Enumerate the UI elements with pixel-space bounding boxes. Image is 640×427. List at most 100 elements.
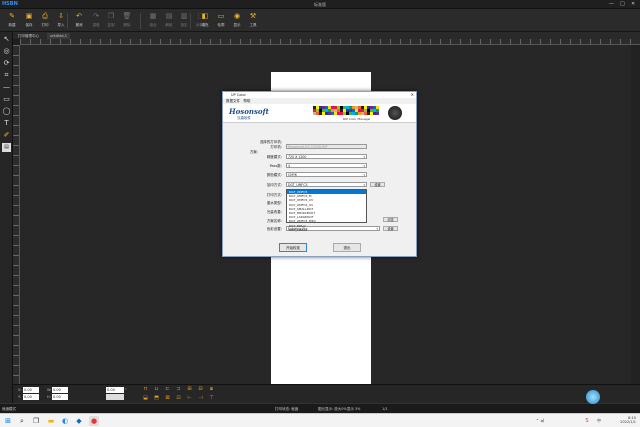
start-calibration-button[interactable]: 开始校准 <box>279 243 307 252</box>
align-icon[interactable]: ⊓ <box>142 386 149 393</box>
width-input[interactable]: 0.00 <box>52 387 68 393</box>
vertical-scrollbar[interactable] <box>631 45 640 400</box>
color-swatch <box>319 112 322 115</box>
rotate-icon[interactable]: ⟳ <box>2 59 11 68</box>
color-swatch <box>325 106 328 109</box>
color-swatch <box>316 106 319 109</box>
color-swatch <box>349 112 352 115</box>
dialog-close-icon[interactable]: ✕ <box>411 92 414 98</box>
browse-button[interactable]: 浏览 <box>383 217 398 222</box>
align-icon[interactable]: ⊡ <box>175 395 182 402</box>
color-swatch <box>361 112 364 115</box>
toolbar-undo-button[interactable]: ↶ 撤消 <box>70 11 88 31</box>
pass-select[interactable]: 4 ▾ <box>286 163 367 168</box>
print-mode-dropdown-list[interactable]: DGT_UMFC5 DGT_UMFC5_M DGT_UMFC5_UV DGT_UMFC… <box>286 189 367 232</box>
pointer-icon[interactable]: ↖ <box>2 35 11 44</box>
y-label: Y: <box>18 395 21 399</box>
align-icon[interactable]: ⊏ <box>164 386 171 393</box>
toolbar-tools-button[interactable]: ⚒ 工具 <box>244 11 262 31</box>
align-icon[interactable]: ⊣ <box>197 395 204 402</box>
align-icon[interactable]: ⬒ <box>153 395 160 402</box>
color-swatch <box>328 106 331 109</box>
view-icon: ◉ <box>233 12 241 20</box>
dialog-banner: Hosonsoft 汉森软件 RIP Color Manager <box>223 104 416 123</box>
maximize-button[interactable]: □ <box>620 1 625 7</box>
menu-help[interactable]: 帮助 <box>243 99 250 103</box>
taskbar: ⊞ ⌕ ❐ ▬ ◐ ◆ ● ⌃ ◂) S 中 8:15 2022/1/1 <box>0 413 640 427</box>
color-mode-select[interactable]: CMYK ▾ <box>286 172 367 177</box>
color-swatch <box>319 106 322 109</box>
color-swatch <box>355 109 358 112</box>
align-icon[interactable]: ⬓ <box>142 395 149 402</box>
resolution-select[interactable]: 720 X 1200 ▾ <box>286 154 367 159</box>
color-swatch <box>373 109 376 112</box>
status-mode: 就绪模式 <box>2 407 16 411</box>
align-icon[interactable]: ⊢ <box>186 395 193 402</box>
tray-icons[interactable]: ⌃ ◂) <box>535 416 545 426</box>
ime-icon[interactable]: S <box>582 416 592 426</box>
app-icon-1[interactable]: ◆ <box>74 416 84 426</box>
color-swatch <box>322 109 325 112</box>
minimize-button[interactable]: — <box>609 1 614 7</box>
printer-field: Hosonsoft-HS-7200H-RIP <box>286 144 367 149</box>
crop-icon[interactable]: ⌗ <box>2 71 11 80</box>
align-icon[interactable]: ⊐ <box>175 386 182 393</box>
floating-assistant-icon[interactable] <box>586 390 600 404</box>
barcode-icon[interactable]: ▤ <box>2 143 11 152</box>
label-icc: 方案名称: <box>266 219 282 223</box>
align-icon[interactable]: ⊟ <box>197 386 204 393</box>
node-icon[interactable]: ◎ <box>2 47 11 56</box>
file-explorer-icon[interactable]: ▬ <box>46 416 56 426</box>
set-button[interactable]: 设置 <box>370 182 385 187</box>
align-icon[interactable]: ⊔ <box>153 386 160 393</box>
color-swatch <box>349 106 352 109</box>
color-swatch <box>340 112 343 115</box>
color-swatch <box>364 112 367 115</box>
group-icon: ▦ <box>149 12 157 20</box>
brand-logo: Hosonsoft <box>229 107 269 116</box>
edge-icon[interactable]: ◐ <box>60 416 70 426</box>
print-mode-select[interactable]: DGT_UMFC5 ▾ <box>286 182 367 187</box>
align-icon[interactable]: ⊤ <box>208 395 215 402</box>
exit-button[interactable]: 退出 <box>333 243 361 252</box>
toolbar-delete-button[interactable]: 🗑 删除 <box>118 11 136 31</box>
search-icon[interactable]: ⌕ <box>17 416 27 426</box>
lang-indicator[interactable]: 中 <box>594 416 604 426</box>
dropdown-option[interactable]: DGT_LSMA2 <box>287 228 366 232</box>
degree-label: ° <box>125 388 127 392</box>
toolbar-label: 新建 <box>8 23 16 27</box>
height-input[interactable]: 0.00 <box>52 394 68 400</box>
text-icon[interactable]: T <box>2 119 11 128</box>
task-view-icon[interactable]: ❐ <box>31 416 41 426</box>
pen-icon[interactable]: ✐ <box>2 131 11 140</box>
toolbar-separator <box>140 13 141 29</box>
toolbar-new-button[interactable]: ✎ 新建 <box>3 11 21 31</box>
color-swatch <box>328 109 331 112</box>
align-icon[interactable]: ⊞ <box>186 386 193 393</box>
y-input[interactable]: 0.00 <box>23 394 39 400</box>
start-icon[interactable]: ⊞ <box>3 416 13 426</box>
ellipse-icon[interactable]: ◯ <box>2 107 11 116</box>
chevron-down-icon: ▾ <box>363 173 365 177</box>
set-button-2[interactable]: 设置 <box>383 226 398 231</box>
align-icon[interactable]: ⊠ <box>164 395 171 402</box>
toolbar-label: 删除 <box>123 23 131 27</box>
app-icon-active[interactable]: ● <box>89 416 99 426</box>
color-swatch <box>334 112 337 115</box>
color-swatch <box>313 106 316 109</box>
align-icon[interactable]: ⧈ <box>208 386 215 393</box>
color-swatch <box>367 109 370 112</box>
label-pass: Pass数: <box>269 164 282 168</box>
close-button[interactable]: ✕ <box>631 1 635 7</box>
scale-input[interactable] <box>106 394 124 400</box>
color-swatch <box>313 112 316 115</box>
clock[interactable]: 8:15 2022/1/1 <box>620 416 636 424</box>
rotation-input[interactable]: 0.00 <box>106 387 124 393</box>
color-swatch <box>325 109 328 112</box>
line-icon[interactable]: — <box>2 83 11 92</box>
rect-icon[interactable]: ▭ <box>2 95 11 104</box>
x-input[interactable]: 0.00 <box>23 387 39 393</box>
menu-data-file[interactable]: 数据文件 <box>226 99 240 103</box>
color-swatch <box>355 106 358 109</box>
w-label: W: <box>47 388 52 392</box>
